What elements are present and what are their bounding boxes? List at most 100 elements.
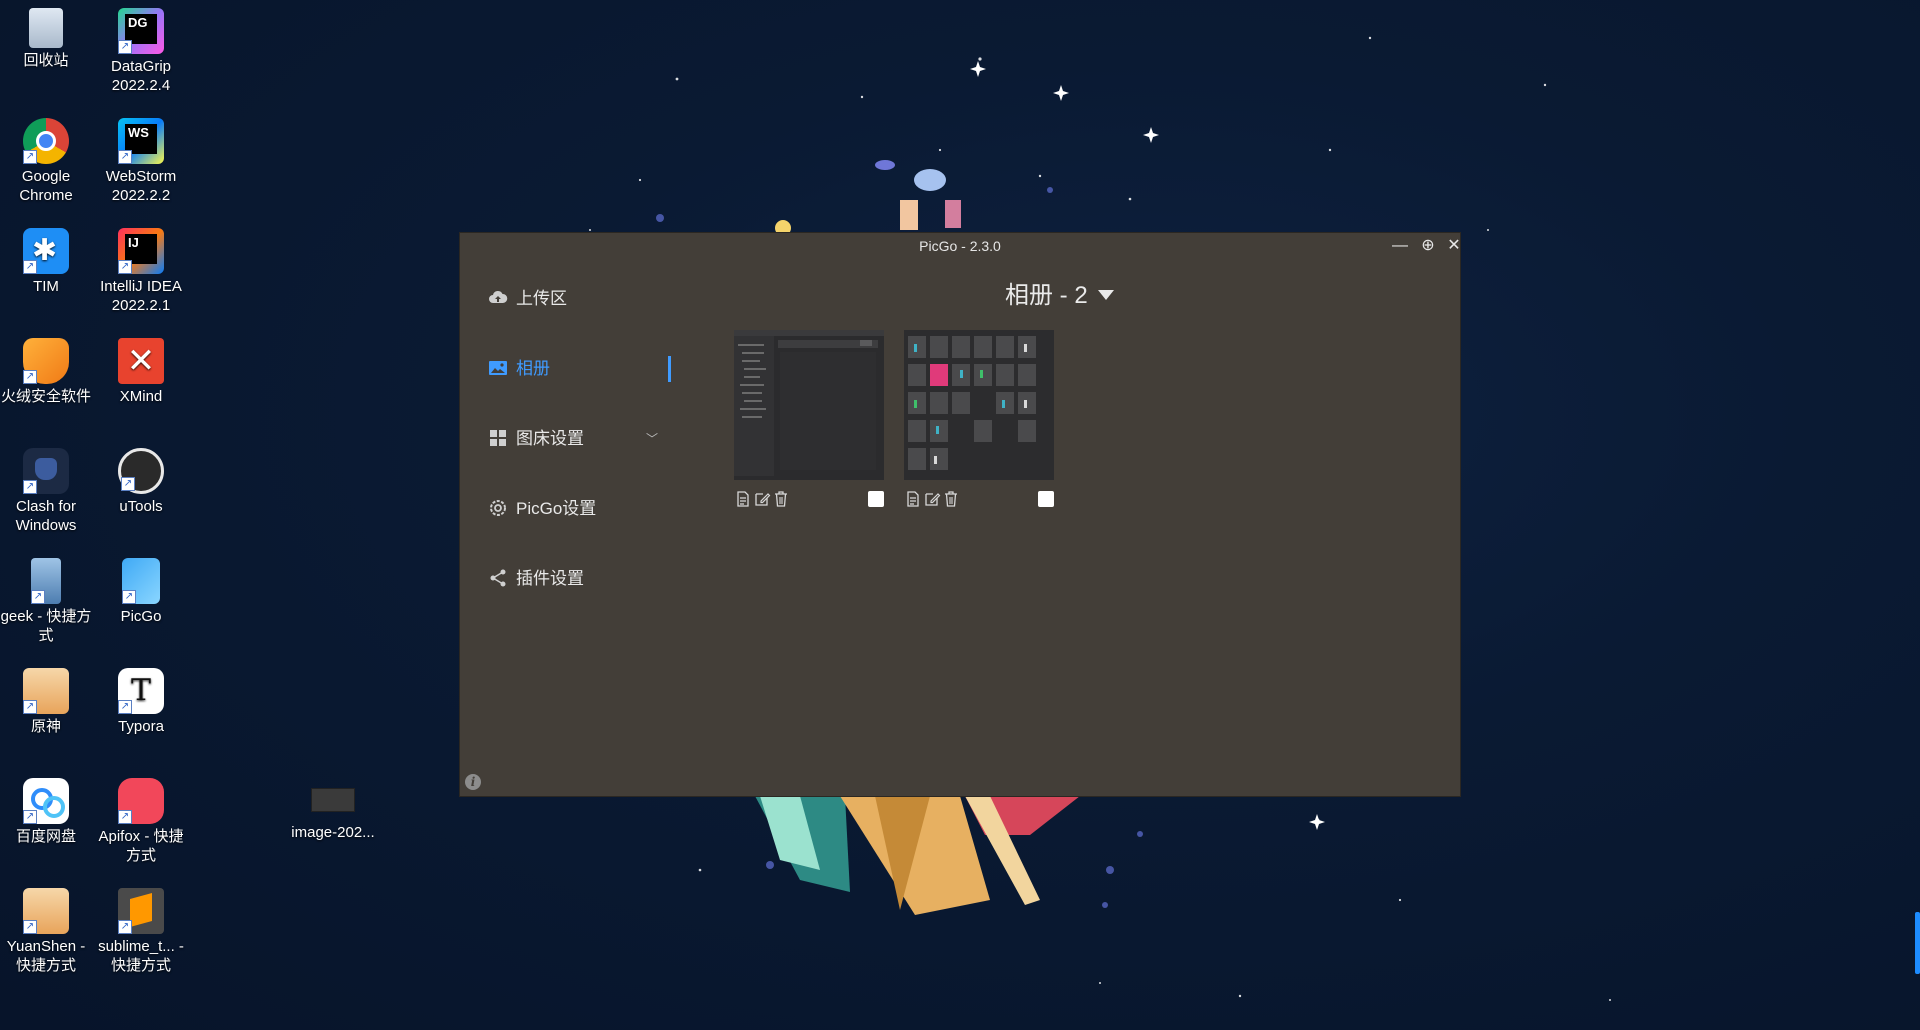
typora-icon: T ↗	[118, 668, 164, 714]
desktop-icon-label: sublime_t... - 快捷方式	[98, 938, 184, 974]
card-actions	[734, 490, 884, 512]
gear-icon	[490, 499, 506, 516]
edit-icon[interactable]	[753, 490, 771, 508]
desktop-icon-sublime[interactable]: ↗ sublime_t... - 快捷方式	[95, 888, 187, 975]
sublime-icon: ↗	[118, 888, 164, 934]
thumbnail-preview-2	[904, 330, 1054, 480]
desktop-icon-tim[interactable]: ✱ ↗ TIM	[0, 228, 92, 296]
cloud-upload-icon	[489, 290, 508, 303]
geek-icon: ↗	[31, 558, 61, 604]
desktop-icon-webstorm[interactable]: WS ↗ WebStorm 2022.2.2	[95, 118, 187, 205]
gallery-card	[904, 330, 1054, 512]
desktop-icon-datagrip[interactable]: DG ↗ DataGrip 2022.2.4	[95, 8, 187, 95]
info-icon[interactable]: i	[465, 774, 481, 790]
chevron-down-icon: ﹀	[645, 432, 658, 446]
select-checkbox[interactable]	[1038, 491, 1054, 507]
close-icon: ✕	[1447, 237, 1461, 254]
close-button[interactable]: ✕	[1444, 236, 1464, 256]
pin-button[interactable]: ⊕	[1418, 236, 1438, 256]
desktop-icon-intellij-idea[interactable]: IJ ↗ IntelliJ IDEA 2022.2.1	[95, 228, 187, 315]
thumbnail-preview-1	[734, 330, 884, 480]
image-icon	[489, 360, 507, 375]
desktop-icon-label: XMind	[119, 388, 163, 405]
edit-icon[interactable]	[923, 490, 941, 508]
xmind-icon: ✕	[118, 338, 164, 384]
desktop-icon-label: Clash for Windows	[15, 498, 77, 534]
minimize-button[interactable]: —	[1390, 236, 1410, 256]
copy-link-icon[interactable]	[734, 490, 752, 508]
huorong-icon: ↗	[23, 338, 69, 384]
apifox-icon: ↗	[118, 778, 164, 824]
caret-down-icon	[1097, 289, 1114, 300]
delete-icon[interactable]	[942, 490, 960, 508]
gallery-title-dropdown[interactable]: 相册 - 2	[1005, 275, 1114, 310]
desktop-icon-label: geek - 快捷方式	[0, 608, 92, 644]
sidebar-item-label: 相册	[516, 359, 550, 378]
intellij-idea-icon: IJ ↗	[118, 228, 164, 274]
picgo-window: PicGo - 2.3.0 — ⊕ ✕ 上传区 相册 图床设置 ﹀ PicGo设…	[460, 233, 1461, 796]
gallery-thumbnail[interactable]	[904, 330, 1054, 480]
gallery-card	[734, 330, 884, 512]
desktop-icon-apifox[interactable]: ↗ Apifox - 快捷方式	[95, 778, 187, 865]
copy-link-icon[interactable]	[904, 490, 922, 508]
screen-edge-scroll-indicator	[1915, 912, 1920, 974]
minimize-icon: —	[1392, 237, 1408, 254]
desktop-icon-label: WebStorm 2022.2.2	[105, 168, 177, 204]
desktop-icon-label: PicGo	[120, 608, 162, 625]
desktop-icon-yuanshen[interactable]: ↗ 原神	[0, 668, 92, 736]
desktop-icon-label: uTools	[119, 498, 163, 515]
card-actions	[904, 490, 1054, 512]
sidebar-item-label: 插件设置	[516, 569, 584, 588]
sidebar-item-label: 图床设置	[516, 429, 584, 448]
grid-icon	[490, 429, 506, 446]
desktop-icon-geek[interactable]: ↗ geek - 快捷方式	[0, 558, 92, 645]
desktop-icon-label: 百度网盘	[15, 828, 76, 845]
clash-icon: ↗	[23, 448, 69, 494]
window-title: PicGo - 2.3.0	[919, 238, 1001, 254]
gallery-thumbnail[interactable]	[734, 330, 884, 480]
desktop-icon-recycle-bin[interactable]: 回收站	[0, 8, 92, 70]
sidebar-item-label: PicGo设置	[516, 499, 597, 518]
sidebar-item-label: 上传区	[516, 289, 567, 308]
tim-icon: ✱ ↗	[23, 228, 69, 274]
desktop-icon-label: 回收站	[23, 52, 69, 69]
desktop-icon-huorong[interactable]: ↗ 火绒安全软件	[0, 338, 92, 406]
file-thumbnail	[311, 788, 355, 812]
desktop-icon-label: Google Chrome	[19, 168, 73, 204]
desktop-file-label: image-202...	[291, 824, 375, 841]
delete-icon[interactable]	[772, 490, 790, 508]
desktop-icon-yuanshen-shortcut[interactable]: ↗ YuanShen - 快捷方式	[0, 888, 92, 975]
desktop-icon-label: YuanShen - 快捷方式	[6, 938, 86, 974]
recycle-bin-icon	[29, 8, 63, 48]
window-titlebar[interactable]: PicGo - 2.3.0	[460, 233, 1460, 259]
webstorm-icon: WS ↗	[118, 118, 164, 164]
desktop-icon-label: Apifox - 快捷方式	[98, 828, 184, 864]
datagrip-icon: DG ↗	[118, 8, 164, 54]
sidebar-item-upload[interactable]: 上传区	[488, 285, 668, 313]
yuanshen-shortcut-icon: ↗	[23, 888, 69, 934]
desktop-icon-typora[interactable]: T ↗ Typora	[95, 668, 187, 736]
utools-icon: ↗	[118, 448, 164, 494]
sidebar-item-gallery[interactable]: 相册	[488, 355, 668, 383]
gallery-title: 相册 - 2	[1005, 282, 1088, 309]
desktop-icon-utools[interactable]: ↗ uTools	[95, 448, 187, 516]
desktop-file-image[interactable]: image-202...	[278, 788, 388, 841]
sidebar-item-image-host-settings[interactable]: 图床设置 ﹀	[488, 425, 668, 453]
chrome-icon: ↗	[23, 118, 69, 164]
desktop-icon-label: 原神	[30, 718, 61, 735]
sidebar-item-plugin-settings[interactable]: 插件设置	[488, 565, 668, 593]
share-icon	[490, 569, 506, 587]
desktop-icon-google-chrome[interactable]: ↗ Google Chrome	[0, 118, 92, 205]
desktop-icon-xmind[interactable]: ✕ XMind	[95, 338, 187, 406]
select-checkbox[interactable]	[868, 491, 884, 507]
desktop-icon-clash[interactable]: ↗ Clash for Windows	[0, 448, 92, 535]
desktop-icon-baidu-netdisk[interactable]: ↗ 百度网盘	[0, 778, 92, 846]
desktop-icon-label: TIM	[33, 278, 59, 295]
baidu-netdisk-icon: ↗	[23, 778, 69, 824]
desktop-icon-picgo[interactable]: ↗ PicGo	[95, 558, 187, 626]
sidebar-item-picgo-settings[interactable]: PicGo设置	[488, 495, 668, 523]
yuanshen-icon: ↗	[23, 668, 69, 714]
active-indicator	[668, 356, 671, 382]
desktop-icon-label: DataGrip 2022.2.4	[110, 58, 172, 94]
pin-icon: ⊕	[1421, 237, 1435, 254]
